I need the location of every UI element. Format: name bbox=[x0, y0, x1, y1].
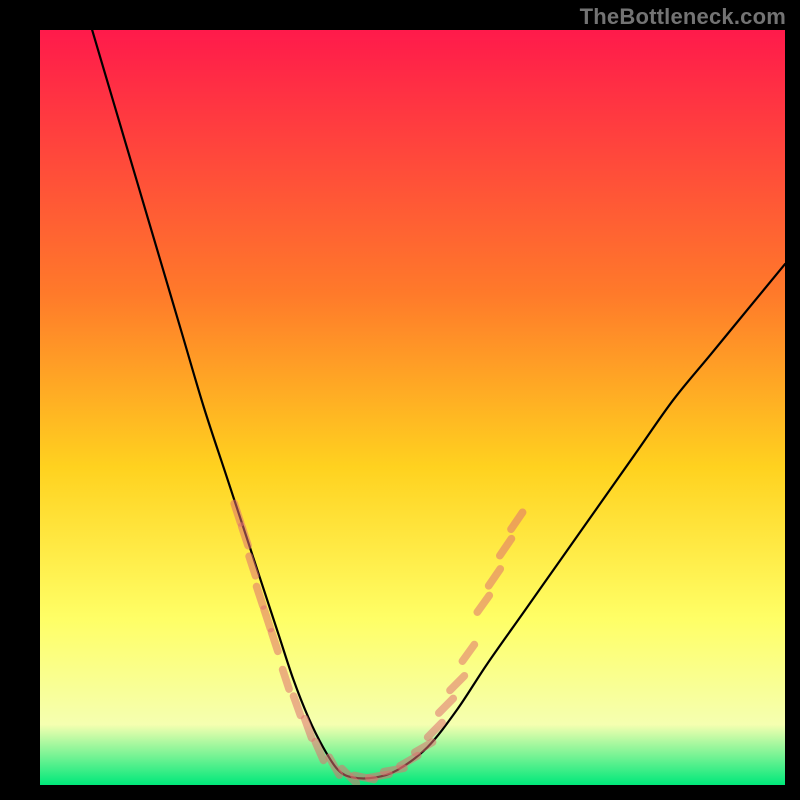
bottleneck-chart bbox=[40, 30, 785, 785]
chart-frame: TheBottleneck.com bbox=[0, 0, 800, 800]
plot-area bbox=[40, 30, 785, 785]
watermark-text: TheBottleneck.com bbox=[580, 4, 786, 30]
gradient-background bbox=[40, 30, 785, 785]
